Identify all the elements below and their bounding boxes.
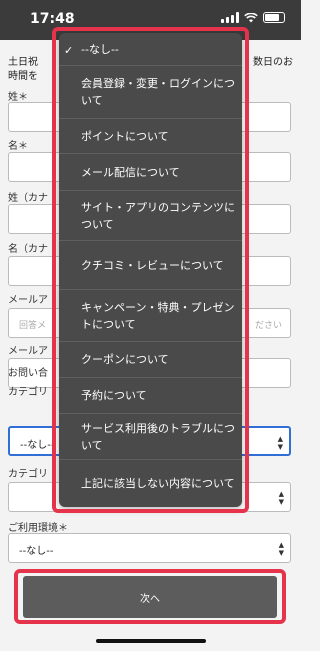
dropdown-item-review[interactable]: クチコミ・レビューについて	[59, 241, 242, 290]
category1-value: --なし--	[20, 440, 55, 451]
dropdown-item-label: クーポンについて	[81, 353, 169, 366]
dropdown-item-label: 予約について	[81, 389, 147, 402]
status-time: 17:48	[30, 11, 75, 27]
dropdown-item-campaign[interactable]: キャンペーン・特典・プレゼントについて	[59, 290, 242, 342]
label-sei: 姓＊	[8, 92, 28, 103]
dropdown-item-reservation[interactable]: 予約について	[59, 378, 242, 414]
select-arrows-icon: ▲ ▼	[278, 490, 284, 506]
dropdown-item-label: 上記に該当しない内容について	[81, 477, 235, 490]
label-email: メールア	[8, 295, 48, 306]
label-environment: ご利用環境＊	[8, 523, 68, 534]
label-mei: 名＊	[8, 141, 28, 152]
category-dropdown-menu: ✓ --なし-- 会員登録・変更・ログインについて ポイントについて メール配信…	[59, 33, 242, 507]
dropdown-item-site-content[interactable]: サイト・アプリのコンテンツについて	[59, 191, 242, 241]
dropdown-item-coupon[interactable]: クーポンについて	[59, 342, 242, 378]
dropdown-item-trouble[interactable]: サービス利用後のトラブルについて	[59, 414, 242, 460]
select-arrows-icon: ▲ ▼	[277, 435, 283, 451]
next-button-highlight	[14, 569, 286, 624]
dropdown-item-label: クチコミ・レビューについて	[81, 258, 224, 272]
dropdown-item-label: メール配信について	[81, 165, 180, 179]
label-category2: カテゴリ	[8, 469, 48, 480]
dropdown-item-label: サイト・アプリのコンテンツについて	[81, 200, 235, 231]
dropdown-item-none[interactable]: ✓ --なし--	[59, 33, 242, 66]
dropdown-item-label: --なし--	[81, 42, 119, 56]
dropdown-item-label: サービス利用後のトラブルについて	[81, 421, 235, 452]
status-icons	[221, 12, 285, 23]
label-category1: カテゴリ	[8, 387, 48, 398]
environment-value: --なし--	[19, 546, 54, 557]
dropdown-item-other[interactable]: 上記に該当しない内容について	[59, 460, 242, 507]
email-placeholder-left: 回答メ	[19, 321, 47, 331]
dropdown-item-label: キャンペーン・特典・プレゼントについて	[81, 300, 235, 331]
battery-icon	[263, 12, 285, 23]
label-email-confirm: メールア	[8, 346, 48, 357]
dropdown-item-label: 会員登録・変更・ログインについて	[81, 77, 235, 107]
label-inquiry: お問い合	[8, 368, 48, 379]
dropdown-item-mail[interactable]: メール配信について	[59, 154, 242, 191]
email-placeholder-right: ださい	[254, 321, 282, 331]
dropdown-item-label: ポイントについて	[81, 129, 169, 143]
label-sei-kana: 姓（カナ	[8, 193, 48, 204]
wifi-icon	[244, 12, 258, 22]
notice-right: 数日のお	[253, 57, 293, 68]
checkmark-icon: ✓	[64, 44, 74, 57]
signal-icon	[221, 12, 239, 23]
dropdown-item-points[interactable]: ポイントについて	[59, 119, 242, 154]
home-indicator	[96, 639, 206, 643]
select-arrows-icon: ▲ ▼	[278, 541, 284, 557]
environment-select[interactable]: --なし-- ▲ ▼	[8, 533, 291, 563]
dropdown-item-member[interactable]: 会員登録・変更・ログインについて	[59, 66, 242, 119]
label-mei-kana: 名（カナ	[8, 244, 48, 255]
